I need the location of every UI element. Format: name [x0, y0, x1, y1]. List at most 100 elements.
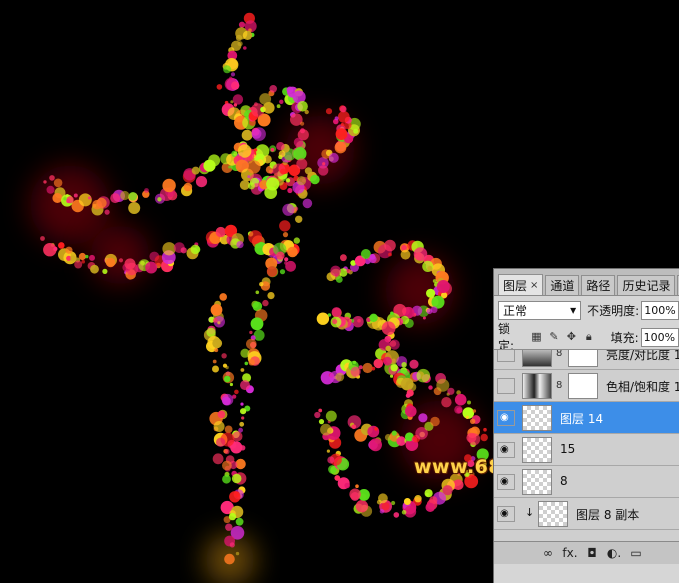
tab-channels[interactable]: 通道	[545, 275, 580, 295]
bokeh-dot	[414, 495, 422, 503]
bokeh-dot	[335, 372, 345, 382]
link-icon: 8	[556, 380, 563, 391]
bokeh-dot	[374, 427, 378, 431]
blend-mode-select[interactable]: 正常 ▾	[498, 300, 582, 320]
bokeh-dot	[296, 158, 308, 170]
bokeh-dot	[212, 338, 223, 349]
bokeh-dot	[63, 197, 67, 201]
fx-icon[interactable]: fx.	[562, 546, 578, 560]
opacity-input[interactable]: 100%	[641, 300, 679, 320]
folder-icon[interactable]: ▭	[628, 546, 644, 560]
close-icon[interactable]: ×	[530, 280, 538, 291]
bokeh-dot	[314, 411, 321, 419]
bokeh-dot	[217, 410, 226, 419]
bokeh-dot	[90, 264, 99, 274]
visibility-toggle[interactable]: ◉	[497, 474, 515, 490]
layer-row-layer-14[interactable]: ◉ 图层 14	[494, 402, 679, 434]
bokeh-dot	[310, 174, 320, 185]
bokeh-dot	[208, 154, 221, 167]
link-icon[interactable]: ∞	[540, 546, 556, 560]
bokeh-dot	[267, 292, 275, 300]
visibility-toggle[interactable]	[497, 350, 515, 362]
bokeh-dot	[318, 419, 325, 425]
bokeh-dot	[335, 128, 348, 141]
bokeh-dot	[240, 368, 245, 372]
bokeh-dot	[235, 551, 240, 556]
bokeh-dot	[318, 165, 329, 176]
bokeh-dot	[248, 182, 255, 190]
lock-move-icon[interactable]: ✥	[566, 331, 577, 343]
lock-paint-icon[interactable]: ✎	[548, 331, 559, 343]
bokeh-dot	[222, 363, 228, 368]
bokeh-dot	[223, 375, 231, 383]
layer-row-8[interactable]: ◉ 8	[494, 466, 679, 498]
bokeh-dot	[353, 128, 359, 134]
layer-thumbnail	[522, 469, 552, 495]
bokeh-dot	[425, 502, 435, 512]
lock-all-icon[interactable]: 🔒︎	[583, 331, 594, 343]
bokeh-dot	[467, 400, 471, 405]
bokeh-dot	[472, 409, 477, 413]
tab-history[interactable]: 历史记录	[617, 275, 676, 295]
bokeh-dot	[405, 393, 411, 398]
bokeh-dot	[225, 523, 233, 531]
bokeh-dot	[248, 359, 255, 366]
tab-paths[interactable]: 路径	[581, 275, 616, 295]
bokeh-dot	[239, 421, 245, 427]
bokeh-dot	[328, 152, 339, 163]
layer-row-hue-saturation[interactable]: 8 色相/饱和度 1	[494, 370, 679, 402]
bokeh-dot	[390, 364, 398, 372]
tab-history-label: 历史记录	[622, 279, 671, 293]
bokeh-dot	[102, 268, 108, 274]
bokeh-dot	[416, 368, 431, 383]
bokeh-dot	[128, 192, 138, 201]
blend-mode-value: 正常	[503, 303, 528, 318]
bokeh-dot	[436, 280, 450, 293]
tab-layers[interactable]: 图层 ×	[498, 274, 544, 295]
bokeh-dot	[332, 319, 338, 325]
bokeh-dot	[371, 366, 376, 371]
visibility-toggle[interactable]: ◉	[497, 506, 515, 522]
bokeh-dot	[269, 85, 278, 93]
visibility-toggle[interactable]: ◉	[497, 442, 515, 458]
bokeh-dot	[215, 226, 226, 238]
lock-fill-row: 锁定: ▦ ✎ ✥ 🔒︎ 填充: 100%	[498, 322, 679, 353]
bokeh-dot	[295, 215, 303, 223]
bokeh-dot	[403, 498, 411, 505]
bokeh-dot	[320, 423, 332, 436]
bokeh-dot	[349, 488, 361, 500]
fill-input[interactable]: 100%	[640, 327, 679, 347]
layer-row-brightness[interactable]: 8 亮度/对比度 1	[494, 350, 679, 370]
lock-transparent-icon[interactable]: ▦	[531, 331, 542, 343]
bokeh-dot	[422, 316, 426, 320]
layer-row-8-copy[interactable]: ◉ ↓ 图层 8 副本	[494, 498, 679, 530]
layer-row-15[interactable]: ◉ 15	[494, 434, 679, 466]
bokeh-dot	[78, 252, 86, 261]
visibility-toggle[interactable]: ◉	[497, 410, 515, 426]
bokeh-dot	[447, 387, 455, 395]
bokeh-dot	[217, 321, 221, 325]
mask-icon[interactable]: ◘	[584, 546, 600, 560]
bokeh-dot	[53, 246, 58, 251]
layer-name: 15	[560, 442, 576, 456]
bokeh-dot	[183, 182, 193, 192]
bokeh-dot	[104, 209, 110, 215]
bokeh-dot	[144, 188, 149, 193]
bokeh-dot	[286, 86, 294, 94]
bokeh-dot	[233, 103, 238, 107]
bokeh-dot	[212, 365, 219, 373]
bokeh-dot	[120, 190, 130, 201]
bokeh-dot	[401, 510, 407, 515]
bokeh-dot	[334, 116, 339, 121]
visibility-toggle[interactable]	[497, 378, 515, 394]
bokeh-dot	[212, 359, 217, 364]
bokeh-dot	[254, 148, 258, 152]
bokeh-dot	[49, 175, 55, 181]
bokeh-dot	[96, 197, 107, 209]
layer-thumbnail	[522, 405, 552, 431]
bokeh-dot	[243, 46, 247, 50]
adjustment-icon[interactable]: ◐.	[606, 546, 622, 560]
bokeh-dot	[81, 259, 85, 264]
eye-icon: ◉	[500, 476, 509, 487]
bokeh-dot	[65, 246, 73, 254]
